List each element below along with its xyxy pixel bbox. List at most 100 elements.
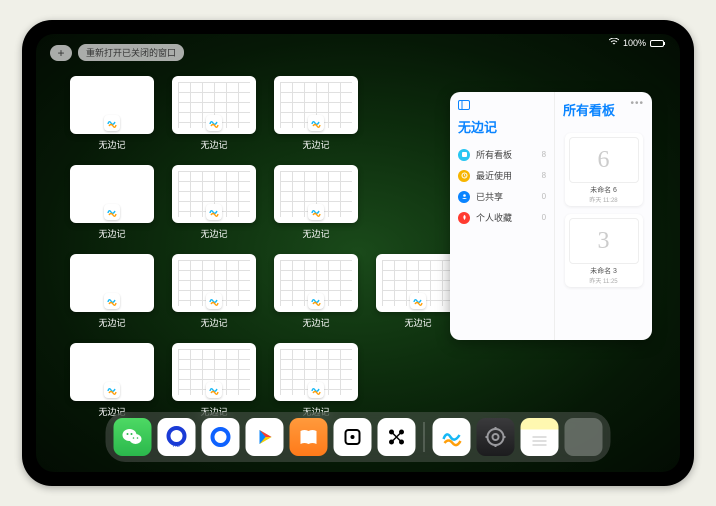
panel-content: 所有看板 6未命名 6昨天 11:283未命名 3昨天 11:25 xyxy=(555,92,652,340)
freeform-app-icon xyxy=(206,115,222,131)
window-thumbnail[interactable]: 无边记 xyxy=(172,76,256,151)
sidebar-toggle-icon[interactable] xyxy=(458,100,546,113)
window-preview xyxy=(274,76,358,134)
app-folder[interactable] xyxy=(565,418,603,456)
freeform-app-icon xyxy=(410,293,426,309)
window-thumbnail[interactable]: 无边记 xyxy=(274,254,358,329)
sidebar-item-icon xyxy=(458,191,470,203)
window-thumbnail[interactable]: 无边记 xyxy=(172,343,256,418)
wechat-icon[interactable] xyxy=(114,418,152,456)
window-preview xyxy=(172,254,256,312)
window-label: 无边记 xyxy=(98,316,125,329)
window-preview xyxy=(172,343,256,401)
die-icon[interactable] xyxy=(334,418,372,456)
freeform-app-icon xyxy=(308,293,324,309)
sidebar-item[interactable]: 已共享 0 xyxy=(458,186,546,207)
window-label: 无边记 xyxy=(302,316,329,329)
books-icon[interactable] xyxy=(290,418,328,456)
window-preview xyxy=(70,343,154,401)
window-preview xyxy=(376,254,460,312)
board-preview: 6 xyxy=(569,137,639,183)
status-bar: 100% xyxy=(609,38,664,48)
sidebar-item-label: 个人收藏 xyxy=(476,211,536,224)
window-label: 无边记 xyxy=(200,138,227,151)
share-icon[interactable] xyxy=(378,418,416,456)
window-preview xyxy=(172,165,256,223)
board-card[interactable]: 3 未命名 3昨天 11:25 xyxy=(565,214,643,287)
sidebar-item[interactable]: 最近使用 8 xyxy=(458,165,546,186)
window-thumbnail[interactable]: 无边记 xyxy=(172,165,256,240)
window-preview xyxy=(70,76,154,134)
svg-text:HD: HD xyxy=(173,443,181,449)
sidebar-item-icon xyxy=(458,149,470,161)
sidebar-item[interactable]: 所有看板 8 xyxy=(458,144,546,165)
sidebar-item[interactable]: 个人收藏 0 xyxy=(458,207,546,228)
sidebar-item-count: 0 xyxy=(542,192,546,201)
freeform-app-icon xyxy=(206,293,222,309)
app-panel[interactable]: ••• 无边记 所有看板 8 最近使用 8 已共享 0 个人收藏 0 所有看板 6 未命名 6 昨… xyxy=(450,92,652,340)
freeform-app-icon xyxy=(104,382,120,398)
reopen-closed-window-button[interactable]: 重新打开已关闭的窗口 xyxy=(78,44,184,61)
window-label: 无边记 xyxy=(302,227,329,240)
new-window-button[interactable]: + xyxy=(50,45,72,61)
window-label: 无边记 xyxy=(98,227,125,240)
window-preview xyxy=(70,165,154,223)
window-thumbnail[interactable]: 无边记 xyxy=(70,254,154,329)
window-label: 无边记 xyxy=(302,138,329,151)
freeform-app-icon xyxy=(308,382,324,398)
sidebar-item-count: 8 xyxy=(542,171,546,180)
top-left-controls: + 重新打开已关闭的窗口 xyxy=(50,44,184,61)
board-name: 未命名 6 xyxy=(590,185,617,195)
sidebar-item-label: 所有看板 xyxy=(476,148,536,161)
window-preview xyxy=(274,165,358,223)
freeform-app-icon xyxy=(104,115,120,131)
screen: 100% + 重新打开已关闭的窗口 无边记无边记无边记无边记无边记无边记无边记无… xyxy=(36,34,680,472)
battery-icon xyxy=(650,40,664,47)
window-thumbnail[interactable]: 无边记 xyxy=(70,165,154,240)
sidebar-item-icon xyxy=(458,170,470,182)
board-card[interactable]: 6未命名 6昨天 11:28 xyxy=(565,133,643,206)
more-icon[interactable]: ••• xyxy=(630,98,644,109)
window-thumbnail[interactable]: 无边记 xyxy=(70,343,154,418)
wifi-icon xyxy=(609,38,619,48)
window-thumbnail[interactable]: 无边记 xyxy=(376,254,460,329)
quark-icon[interactable] xyxy=(202,418,240,456)
panel-sidebar: 无边记 所有看板 8 最近使用 8 已共享 0 个人收藏 0 xyxy=(450,92,555,340)
window-label: 无边记 xyxy=(404,316,431,329)
board-preview: 3 xyxy=(569,218,639,264)
window-thumbnail[interactable]: 无边记 xyxy=(274,76,358,151)
freeform-app-icon xyxy=(104,204,120,220)
sidebar-item-label: 已共享 xyxy=(476,190,536,203)
dock: HD xyxy=(106,412,611,462)
panel-left-title: 无边记 xyxy=(458,117,546,136)
dock-separator xyxy=(424,422,425,452)
window-preview xyxy=(274,254,358,312)
window-label: 无边记 xyxy=(98,138,125,151)
quark-hd-icon[interactable]: HD xyxy=(158,418,196,456)
window-preview xyxy=(172,76,256,134)
window-preview xyxy=(70,254,154,312)
window-label: 无边记 xyxy=(200,227,227,240)
window-thumbnail[interactable]: 无边记 xyxy=(172,254,256,329)
freeform-app-icon xyxy=(308,204,324,220)
sidebar-item-count: 8 xyxy=(542,150,546,159)
freeform-icon[interactable] xyxy=(433,418,471,456)
sidebar-item-label: 最近使用 xyxy=(476,169,536,182)
window-label: 无边记 xyxy=(200,316,227,329)
panel-right-title: 所有看板 xyxy=(563,100,615,119)
board-name: 未命名 3 xyxy=(590,266,617,276)
freeform-app-icon xyxy=(104,293,120,309)
sidebar-item-count: 0 xyxy=(542,213,546,222)
window-preview xyxy=(274,343,358,401)
play-icon[interactable] xyxy=(246,418,284,456)
settings-icon[interactable] xyxy=(477,418,515,456)
freeform-app-icon xyxy=(206,204,222,220)
ipad-frame: 100% + 重新打开已关闭的窗口 无边记无边记无边记无边记无边记无边记无边记无… xyxy=(22,20,694,486)
window-thumbnail[interactable]: 无边记 xyxy=(274,343,358,418)
sidebar-item-icon xyxy=(458,212,470,224)
window-thumbnail[interactable]: 无边记 xyxy=(70,76,154,151)
board-timestamp: 昨天 11:25 xyxy=(589,276,617,285)
window-thumbnail[interactable]: 无边记 xyxy=(274,165,358,240)
windows-grid: 无边记无边记无边记无边记无边记无边记无边记无边记无边记无边记无边记无边记无边记 xyxy=(70,76,460,418)
notes-icon[interactable] xyxy=(521,418,559,456)
